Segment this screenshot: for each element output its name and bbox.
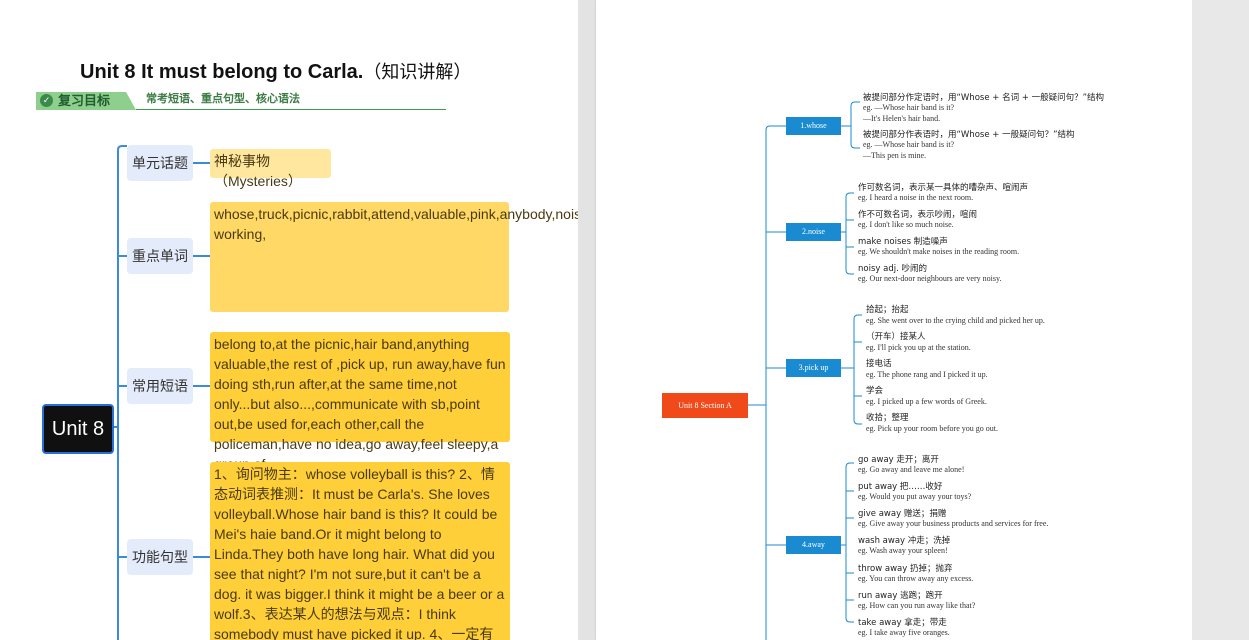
viewer-background bbox=[1192, 0, 1249, 640]
usage-note: take away 拿走；带走 bbox=[858, 618, 947, 628]
example-sentence: —This pen is mine. bbox=[863, 151, 927, 160]
left-document-page: Unit 8 It must belong to Carla.（知识讲解） ✓ … bbox=[0, 0, 578, 640]
usage-note: go away 走开；离开 bbox=[858, 455, 939, 465]
example-sentence: eg. Would you put away your toys? bbox=[858, 492, 972, 501]
category-node: 常用短语 bbox=[127, 368, 193, 404]
category-node: 重点单词 bbox=[127, 238, 193, 274]
example-sentence: eg. Pick up your room before you go out. bbox=[866, 424, 998, 433]
category-content: 神秘事物（Mysteries） bbox=[210, 149, 331, 189]
branch-node-pick-up: 3.pick up bbox=[786, 359, 841, 377]
usage-note: make noises 制造噪声 bbox=[858, 237, 948, 247]
usage-note: put away 把……收好 bbox=[858, 482, 943, 492]
branch-node-away: 4.away bbox=[786, 536, 841, 554]
usage-note: （开车）接某人 bbox=[866, 332, 926, 342]
usage-note: run away 逃跑；跑开 bbox=[858, 591, 943, 601]
section-root-node: Unit 8 Section A bbox=[662, 393, 748, 418]
category-node: 单元话题 bbox=[127, 145, 193, 181]
example-sentence: eg. I don't like so much noise. bbox=[858, 220, 954, 229]
example-sentence: eg. Give away your business products and… bbox=[858, 519, 1049, 528]
usage-note: 拾起；抬起 bbox=[866, 305, 909, 315]
connector-line bbox=[110, 145, 127, 428]
usage-note: 接电话 bbox=[866, 359, 892, 369]
usage-note: 学会 bbox=[866, 386, 884, 396]
connector-line bbox=[845, 545, 854, 623]
category-node: 功能句型 bbox=[127, 539, 193, 575]
page-gap bbox=[578, 0, 596, 640]
connector-line bbox=[841, 101, 860, 127]
example-sentence: eg. Our next-door neighbours are very no… bbox=[858, 274, 1002, 283]
example-sentence: eg. —Whose hair band is it? bbox=[863, 103, 955, 112]
connector-line bbox=[850, 126, 860, 149]
example-sentence: eg. Wash away your spleen! bbox=[858, 546, 948, 555]
category-content: belong to,at the picnic,hair band,anythi… bbox=[210, 332, 510, 472]
usage-note: 被提问部分作定语时，用“Whose + 名词 + 一般疑问句？”结构 bbox=[863, 93, 1105, 103]
example-sentence: —It's Helen's hair band. bbox=[863, 114, 941, 123]
connector-line bbox=[845, 232, 854, 275]
right-document-page: Unit 8 Section A 1.whose 2.noise 3.pick … bbox=[596, 0, 1192, 640]
usage-note: 作不可数名词，表示吵闹，喧闹 bbox=[858, 210, 978, 220]
example-sentence: eg. We shouldn't make noises in the read… bbox=[858, 247, 1020, 256]
example-sentence: eg. I'll pick you up at the station. bbox=[866, 343, 971, 352]
category-content: whose,truck,picnic,rabbit,attend,valuabl… bbox=[210, 202, 578, 312]
example-sentence: eg. The phone rang and I picked it up. bbox=[866, 370, 988, 379]
example-sentence: eg. —Whose hair band is it? bbox=[863, 140, 955, 149]
connector-line bbox=[748, 125, 786, 406]
usage-note: 作可数名词，表示某一具体的嘈杂声、喧闹声 bbox=[858, 183, 1029, 193]
usage-note: noisy adj. 吵闹的 bbox=[858, 264, 927, 274]
connector-line bbox=[841, 192, 854, 233]
example-sentence: eg. I picked up a few words of Greek. bbox=[866, 397, 987, 406]
example-sentence: eg. How can you run away like that? bbox=[858, 601, 976, 610]
category-content: 1、询问物主：whose volleyball is this? 2、情态动词表… bbox=[210, 462, 510, 640]
usage-note: throw away 扔掉；抛弃 bbox=[858, 564, 953, 574]
example-sentence: eg. I take away five oranges. bbox=[858, 628, 950, 637]
branch-node-whose: 1.whose bbox=[786, 117, 841, 135]
example-sentence: eg. You can throw away any excess. bbox=[858, 574, 974, 583]
usage-note: 收拾；整理 bbox=[866, 413, 909, 423]
mindmap-root-node: Unit 8 bbox=[42, 404, 114, 454]
usage-note: give away 赠送；捐赠 bbox=[858, 509, 947, 519]
example-sentence: eg. Go away and leave me alone! bbox=[858, 465, 965, 474]
example-sentence: eg. I heard a noise in the next room. bbox=[858, 193, 974, 202]
connector-line bbox=[841, 462, 854, 546]
usage-note: 被提问部分作表语时，用“Whose + 一般疑问句？”结构 bbox=[863, 130, 1075, 140]
usage-note: wash away 冲走；洗掉 bbox=[858, 536, 951, 546]
example-sentence: eg. She went over to the crying child an… bbox=[866, 316, 1045, 325]
branch-node-noise: 2.noise bbox=[786, 223, 841, 241]
